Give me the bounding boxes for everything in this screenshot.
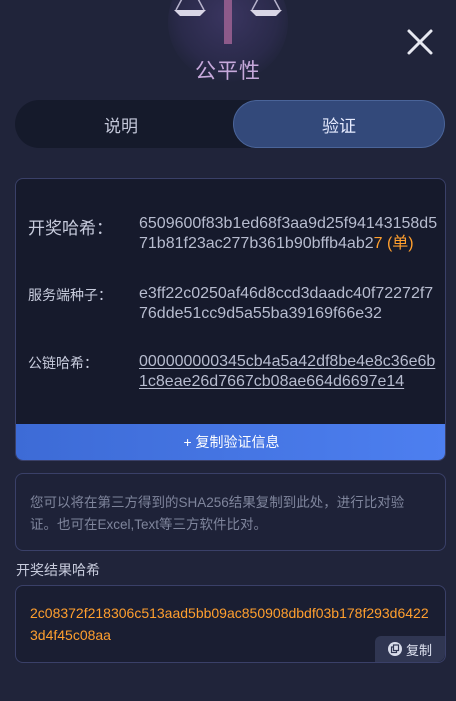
verification-card: 开奖哈希： 6509600f83b1ed68f3aa9d25f94143158d… <box>15 178 446 461</box>
draw-hash-value: 6509600f83b1ed68f3aa9d25f94143158d571b81… <box>139 215 438 252</box>
header: 公平性 <box>0 0 456 92</box>
copy-result-button[interactable]: 复制 <box>375 636 445 662</box>
copy-verification-button[interactable]: + 复制验证信息 <box>16 424 445 460</box>
close-icon[interactable] <box>404 26 436 58</box>
chain-hash-link[interactable]: 000000000345cb4a5a42df8be4e8c36e6b1c8eae… <box>139 352 439 392</box>
copy-result-label: 复制 <box>405 642 432 658</box>
draw-hash-label: 开奖哈希： <box>28 219 113 238</box>
tab-bar: 说明 验证 <box>15 100 445 148</box>
result-hash-box: 2c08372f218306c513aad5bb09ac850908dbdf03… <box>15 585 446 663</box>
chain-hash-label: 公链哈希： <box>28 355 98 371</box>
server-seed-value: e3ff22c0250af46d8ccd3daadc40f72272f776dd… <box>139 285 434 322</box>
copy-icon <box>387 642 402 656</box>
tab-description[interactable]: 说明 <box>15 100 227 148</box>
tab-verify[interactable]: 验证 <box>233 100 445 148</box>
result-hash-label: 开奖结果哈希 <box>16 562 100 578</box>
draw-hash-highlight: 7 (单) <box>373 235 414 252</box>
hint-text: 您可以将在第三方得到的SHA256结果复制到此处，进行比对验证。也可在Excel… <box>15 473 446 551</box>
page-title: 公平性 <box>195 60 261 83</box>
server-seed-label: 服务端种子： <box>28 287 112 303</box>
result-hash-value: 2c08372f218306c513aad5bb09ac850908dbdf03… <box>30 605 429 643</box>
